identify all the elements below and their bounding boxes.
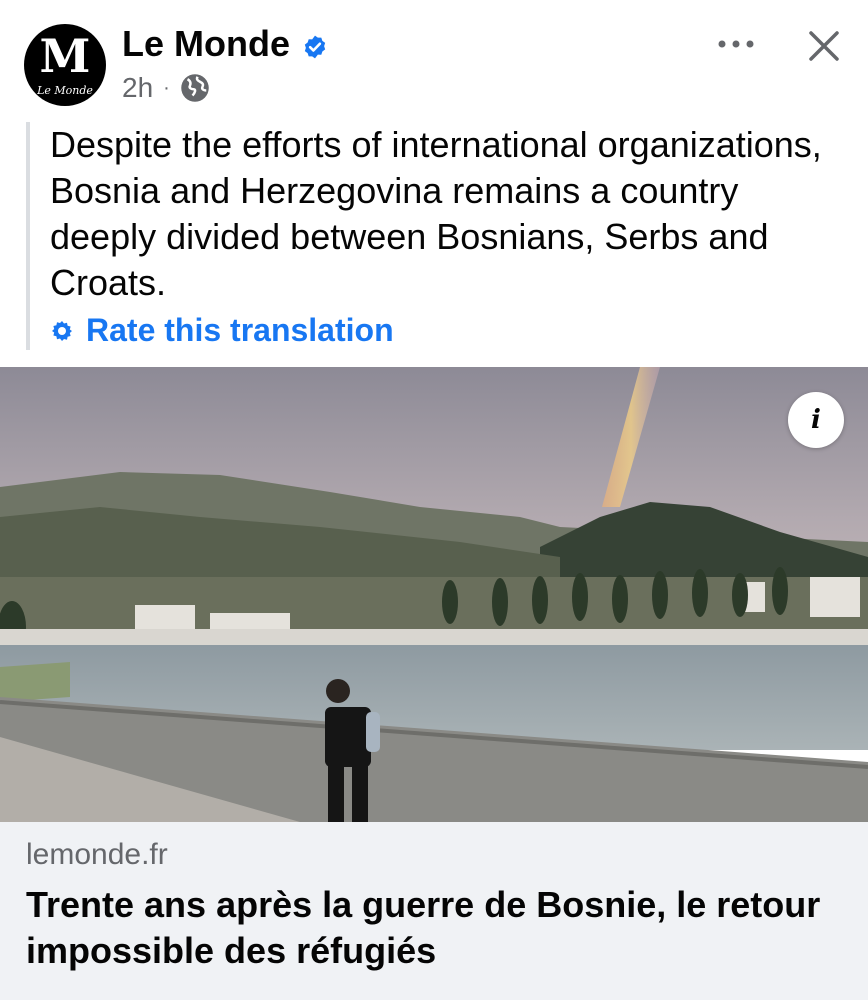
link-domain: lemonde.fr — [26, 838, 168, 871]
page-avatar[interactable]: M Le Monde — [24, 24, 106, 106]
gear-icon — [52, 320, 72, 341]
post-meta: 2h · — [122, 70, 210, 106]
rate-translation-label: Rate this translation — [86, 312, 394, 348]
landscape-photo-illustration — [0, 367, 868, 822]
post-caption: Despite the efforts of international org… — [26, 122, 846, 350]
caption-text: Despite the efforts of international org… — [50, 124, 822, 303]
globe-icon[interactable] — [180, 73, 210, 103]
close-icon[interactable] — [804, 26, 844, 66]
avatar-logo-subtext: Le Monde — [37, 84, 93, 97]
verified-badge-icon — [304, 35, 326, 59]
post-timestamp[interactable]: 2h — [122, 72, 153, 104]
avatar-logo-letter: M — [39, 29, 91, 83]
meta-separator: · — [163, 76, 170, 99]
post-photo[interactable] — [0, 367, 868, 822]
post-header: M Le Monde Le Monde 2h · — [0, 0, 868, 120]
more-options-icon[interactable] — [714, 28, 758, 60]
info-button[interactable]: i — [788, 392, 844, 448]
page-name-link[interactable]: Le Monde — [122, 22, 290, 66]
link-preview-card[interactable]: lemonde.fr Trente ans après la guerre de… — [0, 822, 868, 1000]
rate-translation-link[interactable]: Rate this translation — [50, 312, 846, 349]
link-headline[interactable]: Trente ans après la guerre de Bosnie, le… — [26, 882, 846, 974]
